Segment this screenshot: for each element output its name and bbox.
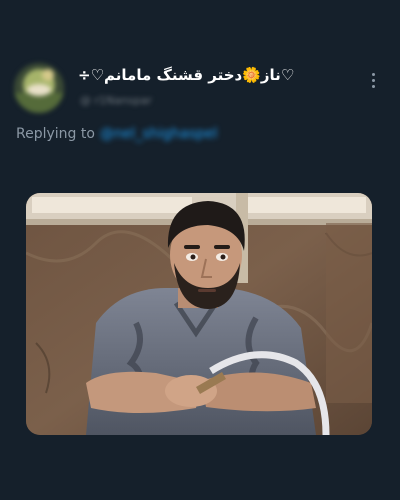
more-options-button[interactable] — [362, 68, 384, 92]
more-vertical-icon — [371, 72, 375, 76]
more-vertical-icon-dot — [371, 84, 375, 88]
tweet-media-photo[interactable] — [26, 193, 372, 435]
author-display-name[interactable]: ÷♡ناز🌼دختر قشنگ مامانم♡ — [78, 66, 294, 84]
photo-image — [26, 193, 372, 435]
avatar[interactable] — [14, 63, 64, 113]
author-handle[interactable]: @ r1Nanspar — [80, 94, 152, 107]
avatar-icon — [14, 63, 64, 113]
replying-to-handle[interactable]: @nel_shighaspel — [100, 126, 217, 142]
replying-to-line: Replying to @nel_shighaspel — [16, 126, 217, 142]
replying-to-label: Replying to — [16, 126, 95, 142]
more-vertical-icon-dot — [371, 78, 375, 82]
tweet-page: ÷♡ناز🌼دختر قشنگ مامانم♡ @ r1Nanspar Repl… — [0, 0, 400, 500]
